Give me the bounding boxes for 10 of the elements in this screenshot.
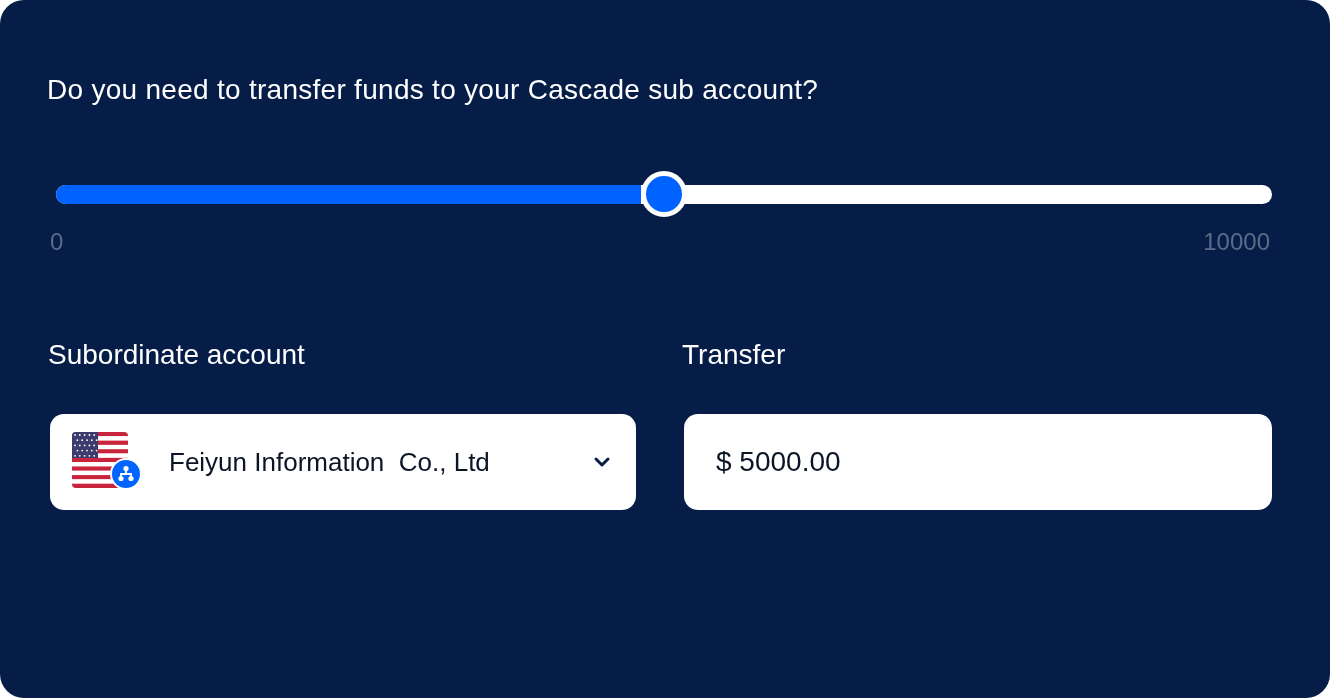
transfer-label: Transfer (682, 338, 786, 372)
account-label: Subordinate account (48, 338, 305, 372)
transfer-input[interactable]: $ 5000.00 (684, 414, 1272, 510)
account-dropdown[interactable]: Feiyun Information Co., Ltd (50, 414, 636, 510)
hierarchy-icon (110, 458, 142, 490)
question-text: Do you need to transfer funds to your Cascade sub account? (47, 73, 819, 107)
slider-max-label: 10000 (1203, 227, 1270, 257)
slider-min-label: 0 (50, 227, 64, 257)
slider-track[interactable] (56, 184, 1272, 204)
slider-thumb[interactable] (641, 171, 687, 217)
